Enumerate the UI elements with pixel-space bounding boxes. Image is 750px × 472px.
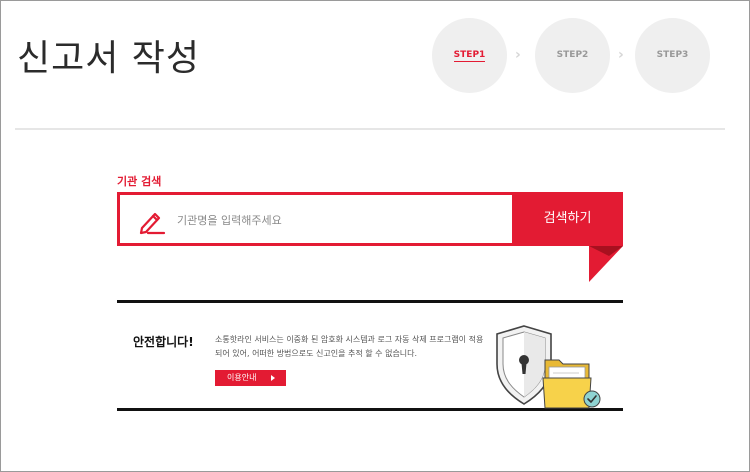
step-2-label: STEP2: [556, 50, 589, 60]
fold-corner-decoration: [589, 246, 623, 282]
page-frame: 신고서 작성 STEP1 › STEP2 › STEP3 기관 검색 검색하기 …: [0, 0, 750, 472]
step-1-label: STEP1: [453, 50, 486, 62]
step-3-label: STEP3: [656, 50, 689, 60]
agency-search-input[interactable]: [177, 209, 497, 231]
step-2: STEP2: [535, 18, 610, 93]
search-section-label: 기관 검색: [117, 175, 162, 188]
step-3: STEP3: [635, 18, 710, 93]
usage-guide-label: 이용안내: [227, 373, 257, 382]
header-divider: [15, 128, 725, 130]
search-box: [117, 192, 512, 246]
safety-description: 소통핫라인 서비스는 이중화 된 암호화 시스템과 로그 자동 삭제 프로그램이…: [215, 335, 484, 358]
safety-notice: 안전합니다! 소통핫라인 서비스는 이중화 된 암호화 시스템과 로그 자동 삭…: [117, 300, 623, 411]
pencil-icon: [139, 212, 166, 235]
usage-guide-button[interactable]: 이용안내: [215, 370, 286, 386]
page-title: 신고서 작성: [17, 38, 201, 79]
step-indicator: STEP1 › STEP2 › STEP3: [432, 18, 712, 93]
chevron-right-icon: ›: [515, 47, 521, 63]
step-1: STEP1: [432, 18, 507, 93]
search-button[interactable]: 검색하기: [512, 192, 623, 246]
chevron-right-icon: ›: [618, 47, 624, 63]
shield-folder-illustration: [496, 325, 601, 409]
safety-title: 안전합니다!: [133, 335, 194, 349]
caret-right-icon: [271, 375, 275, 381]
